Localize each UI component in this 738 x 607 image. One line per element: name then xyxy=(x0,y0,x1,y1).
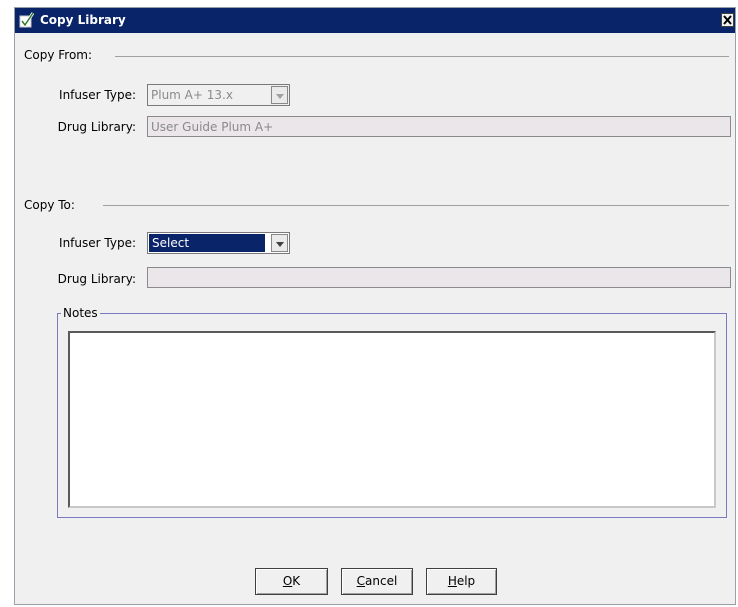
from-infuser-type-label: Infuser Type: xyxy=(59,88,136,102)
from-drug-library-field: User Guide Plum A+ xyxy=(147,116,731,137)
window-title: Copy Library xyxy=(40,13,126,27)
ok-button[interactable]: OK xyxy=(255,568,328,595)
copy-library-dialog: Copy Library Copy From: Infuser Type: Pl… xyxy=(14,7,736,605)
copy-to-separator xyxy=(103,205,729,206)
to-infuser-type-combo[interactable]: Select xyxy=(147,232,290,254)
notes-textarea[interactable] xyxy=(68,331,716,508)
cancel-button[interactable]: Cancel xyxy=(341,568,413,595)
help-label-rest: elp xyxy=(456,574,476,588)
close-icon xyxy=(723,15,732,25)
ok-mnemonic: O xyxy=(282,574,293,588)
title-bar[interactable]: Copy Library xyxy=(15,8,735,33)
help-button[interactable]: Help xyxy=(426,568,497,595)
from-infuser-type-combo: Plum A+ 13.x xyxy=(147,84,290,106)
to-drug-library-label: Drug Library: xyxy=(57,272,136,286)
close-button[interactable] xyxy=(721,13,734,27)
to-infuser-type-label: Infuser Type: xyxy=(59,236,136,250)
from-drug-library-label: Drug Library: xyxy=(57,120,136,134)
to-infuser-type-value: Select xyxy=(149,234,265,252)
app-icon xyxy=(19,12,35,28)
from-infuser-type-value: Plum A+ 13.x xyxy=(151,88,233,102)
ok-label-rest: K xyxy=(292,574,301,588)
help-mnemonic: H xyxy=(447,574,457,588)
to-drug-library-field[interactable] xyxy=(147,267,731,288)
copy-to-label: Copy To: xyxy=(24,198,75,212)
cancel-label-rest: ancel xyxy=(365,574,398,588)
notes-label: Notes xyxy=(61,306,100,320)
copy-from-separator xyxy=(115,56,729,57)
chevron-down-icon xyxy=(271,86,288,104)
copy-from-label: Copy From: xyxy=(24,48,93,62)
from-drug-library-value: User Guide Plum A+ xyxy=(151,120,274,134)
cancel-mnemonic: C xyxy=(356,574,366,588)
chevron-down-icon[interactable] xyxy=(271,234,288,252)
